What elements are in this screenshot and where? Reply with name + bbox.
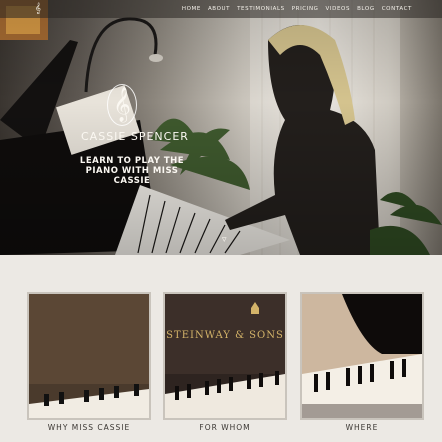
feature-label[interactable]: WHERE — [300, 423, 424, 432]
nav-link-home[interactable]: HOME — [182, 6, 201, 12]
treble-clef-icon[interactable]: 𝄞 — [32, 3, 44, 15]
treble-clef-icon: 𝄞 — [107, 84, 137, 126]
nav-link-pricing[interactable]: PRICING — [292, 6, 319, 12]
nav-link-about[interactable]: ABOUT — [208, 6, 230, 12]
hero-tagline: LEARN TO PLAY THE PIANO WITH MISS CASSIE — [79, 156, 185, 186]
nav-link-blog[interactable]: BLOG — [357, 6, 375, 12]
chevron-down-icon[interactable]: ▿ — [222, 234, 227, 245]
feature-image-steinway: STEINWAY & SONS — [163, 292, 287, 420]
brand-name: CASSIE SPENCER — [81, 130, 189, 143]
hero-section: 𝄞 HOME ABOUT TESTIMONIALS PRICING VIDEOS… — [0, 0, 442, 255]
feature-card-for-whom[interactable]: STEINWAY & SONS FOR WHOM — [163, 292, 287, 432]
nav-link-testimonials[interactable]: TESTIMONIALS — [237, 6, 285, 12]
feature-card-where[interactable]: WHERE — [300, 292, 424, 432]
nav-link-videos[interactable]: VIDEOS — [326, 6, 351, 12]
feature-label[interactable]: FOR WHOM — [163, 423, 287, 432]
feature-card-why-miss-cassie[interactable]: WHY MISS CASSIE — [27, 292, 151, 432]
nav-link-contact[interactable]: CONTACT — [382, 6, 412, 12]
nav-links: HOME ABOUT TESTIMONIALS PRICING VIDEOS B… — [182, 6, 412, 12]
top-navigation: 𝄞 HOME ABOUT TESTIMONIALS PRICING VIDEOS… — [0, 0, 442, 18]
feature-image-piano-keys — [300, 292, 424, 420]
feature-image-piano-closeup — [27, 292, 151, 420]
feature-label[interactable]: WHY MISS CASSIE — [27, 423, 151, 432]
steinway-brand-text: STEINWAY & SONS — [166, 330, 284, 341]
hero-overlay — [0, 0, 442, 255]
features-section: WHY MISS CASSIE STEINWAY & SONS FOR WHOM — [0, 255, 442, 442]
